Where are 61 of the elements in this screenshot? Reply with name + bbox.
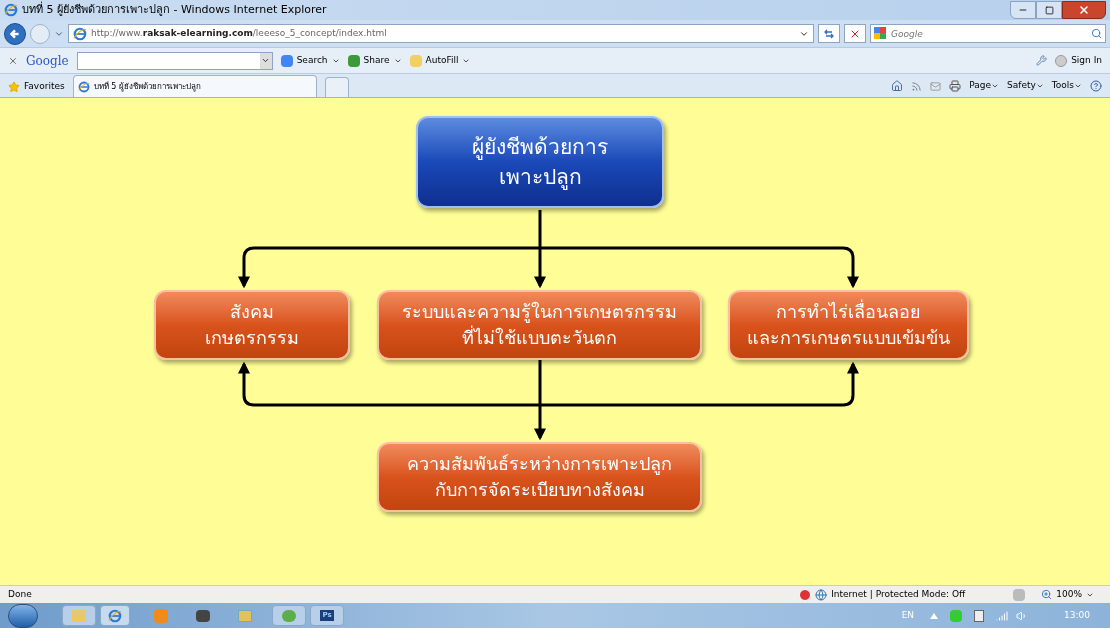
maximize-icon — [1044, 5, 1054, 15]
browser-tab[interactable]: บทที่ 5 ผู้ยังชีพด้วยการเพาะปลูก — [72, 75, 317, 97]
search-provider-icon — [874, 27, 886, 39]
new-tab-button[interactable] — [324, 77, 349, 97]
caret-icon — [991, 82, 1000, 90]
sign-in-button[interactable]: Sign In — [1055, 53, 1102, 68]
stop-button[interactable] — [844, 24, 866, 43]
root-node: ผู้ยังชีพด้วยการ เพาะปลูก — [416, 116, 664, 208]
search-icon[interactable] — [1091, 28, 1102, 39]
home-icon[interactable] — [891, 80, 904, 92]
back-arrow-icon — [9, 27, 21, 40]
command-menu-button[interactable]: Page — [969, 79, 1000, 93]
browser-logo-icon — [73, 26, 87, 41]
star-icon — [8, 81, 20, 93]
dropdown-icon[interactable] — [261, 56, 271, 65]
command-menu-button[interactable]: Tools — [1051, 79, 1082, 93]
google-logo: Google — [26, 52, 69, 70]
zoom-icon — [1041, 589, 1053, 600]
branch-node: สังคม เกษตรกรรม — [154, 290, 350, 360]
url-text: http://www.raksak-elearning.com/leeeso_5_concept/index.html — [91, 26, 387, 40]
close-icon[interactable] — [8, 55, 18, 66]
search-field[interactable]: Google — [870, 24, 1106, 43]
favorites-button[interactable]: Favorites — [8, 77, 65, 97]
refresh-arrows-icon — [824, 28, 834, 39]
branch-node: การทำไร่เลื่อนลอย และการเกษตรแบบเข้มข้น — [728, 290, 969, 360]
print-icon[interactable] — [949, 80, 962, 92]
browser-logo-icon — [77, 80, 90, 93]
google-search-field[interactable] — [76, 51, 273, 70]
toolbar-button[interactable]: AutoFill — [409, 53, 471, 68]
caret-icon — [1074, 82, 1082, 90]
refresh-button[interactable] — [818, 24, 840, 43]
address-field[interactable]: http://www.raksak-elearning.com/leeeso_5_concept/index.html — [68, 24, 814, 43]
close-icon — [1078, 4, 1090, 16]
mail-icon[interactable] — [930, 80, 942, 92]
toolbar-button-icon — [280, 54, 293, 67]
result-node: ความสัมพันธ์ระหว่างการเพาะปลูก กับการจัดระเบียบทางสังคม — [377, 442, 702, 512]
globe-icon — [815, 588, 828, 601]
signal-icon[interactable] — [996, 609, 1009, 622]
maximize-button[interactable] — [1036, 1, 1062, 19]
toolbar-button-icon — [409, 54, 422, 67]
minimize-button[interactable] — [1010, 1, 1036, 19]
browser-logo-icon — [108, 608, 122, 623]
close-button[interactable] — [1062, 1, 1106, 19]
window-title: บทที่ 5 ผู้ยังชีพด้วยการเพาะปลูก - Windows Internet Explorer — [22, 1, 327, 18]
toolbar-button-icon — [347, 54, 360, 67]
toolbar-button[interactable]: Share — [347, 53, 402, 68]
browser-logo-icon — [4, 3, 18, 17]
wrench-icon[interactable] — [1036, 55, 1048, 66]
command-menu-button[interactable]: Safety — [1007, 79, 1044, 93]
caret-icon — [1035, 82, 1044, 90]
status-text: Done — [8, 587, 32, 601]
help-icon[interactable] — [1090, 80, 1102, 92]
start-button[interactable] — [8, 603, 38, 628]
security-zone-text: Internet | Protected Mode: Off — [831, 587, 966, 601]
feed-icon[interactable] — [911, 80, 923, 92]
browser-taskbar-icon[interactable] — [100, 605, 130, 626]
back-button[interactable] — [4, 22, 26, 45]
zoom-button[interactable]: 100% — [1041, 587, 1094, 602]
show-hidden-icons-icon[interactable] — [930, 612, 939, 619]
branch-node: ระบบและความรู้ในการเกษตรกรรม ที่ไม่ใช้แบบตะวันตก — [377, 290, 702, 360]
toolbar-button[interactable]: Search — [280, 53, 340, 68]
